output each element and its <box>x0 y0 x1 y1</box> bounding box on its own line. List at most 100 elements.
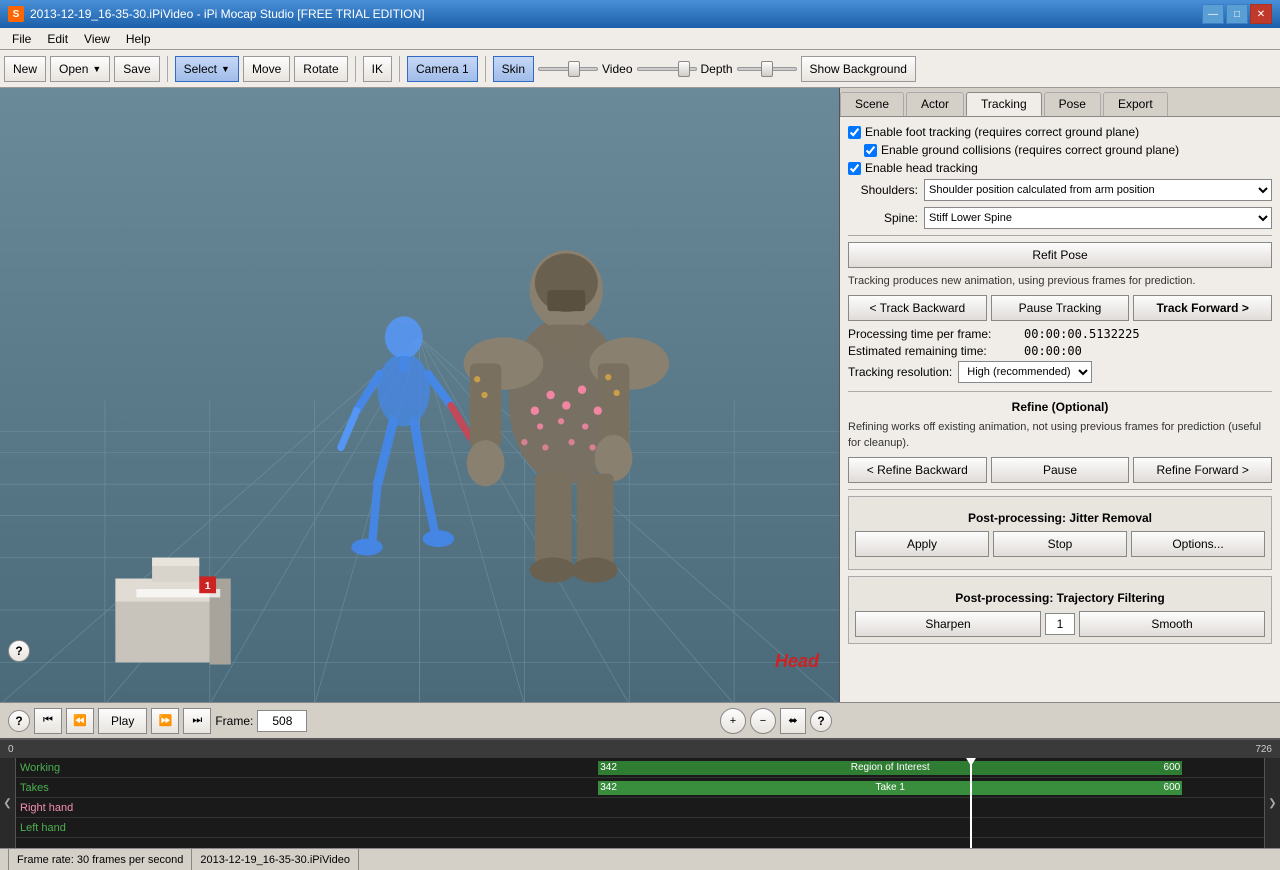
jitter-buttons-row: Apply Stop Options... <box>855 531 1265 557</box>
takes-label: Takes <box>16 782 96 794</box>
ground-collisions-label: Enable ground collisions (requires corre… <box>881 143 1179 157</box>
timeline-working-row: Working 342 Region of Interest 600 <box>16 758 1264 778</box>
apply-button[interactable]: Apply <box>855 531 989 557</box>
open-button[interactable]: Open ▼ <box>50 56 110 82</box>
stop-button[interactable]: Stop <box>993 531 1127 557</box>
help-button-right[interactable]: ? <box>810 710 832 732</box>
take1-start-value: 342 <box>600 782 617 793</box>
trajectory-value-input[interactable] <box>1045 613 1075 635</box>
fit-button[interactable]: ⬌ <box>780 708 806 734</box>
fps-label: frames per second <box>92 854 183 866</box>
ik-button[interactable]: IK <box>363 56 392 82</box>
save-button[interactable]: Save <box>114 56 159 82</box>
smooth-button[interactable]: Smooth <box>1079 611 1265 637</box>
remaining-time-row: Estimated remaining time: 00:00:00 <box>848 344 1272 358</box>
right-panel: Scene Actor Tracking Pose Export Enable … <box>840 88 1280 702</box>
divider-2 <box>848 391 1272 392</box>
refine-backward-button[interactable]: < Refine Backward <box>848 457 987 483</box>
refit-pose-button[interactable]: Refit Pose <box>848 242 1272 268</box>
menu-file[interactable]: File <box>4 30 39 48</box>
foot-tracking-row: Enable foot tracking (requires correct g… <box>848 125 1272 139</box>
zoom-in-button[interactable]: + <box>720 708 746 734</box>
maximize-button[interactable]: □ <box>1226 4 1248 24</box>
timeline-ruler: 0 726 <box>0 740 1280 758</box>
refine-forward-button[interactable]: Refine Forward > <box>1133 457 1272 483</box>
video-slider[interactable] <box>637 67 697 71</box>
head-tracking-label: Enable head tracking <box>865 161 978 175</box>
foot-tracking-checkbox[interactable] <box>848 126 861 139</box>
zoom-out-button[interactable]: − <box>750 708 776 734</box>
rotate-button[interactable]: Rotate <box>294 56 347 82</box>
close-button[interactable]: ✕ <box>1250 4 1272 24</box>
timeline-takes-row: Takes 342 Take 1 600 <box>16 778 1264 798</box>
rewind-button[interactable]: ⏪ <box>66 708 94 734</box>
timeline-end: 726 <box>1255 744 1272 755</box>
fast-forward-button[interactable]: ⏩ <box>151 708 179 734</box>
resolution-select[interactable]: High (recommended) <box>958 361 1092 383</box>
track-backward-button[interactable]: < Track Backward <box>848 295 987 321</box>
divider-1 <box>848 235 1272 236</box>
menu-edit[interactable]: Edit <box>39 30 76 48</box>
ground-collisions-checkbox[interactable] <box>864 144 877 157</box>
depth-slider[interactable] <box>737 67 797 71</box>
new-button[interactable]: New <box>4 56 46 82</box>
timeline-rows: Working 342 Region of Interest 600 Takes… <box>16 758 1264 838</box>
camera-button[interactable]: Camera 1 <box>407 56 478 82</box>
frame-input[interactable] <box>257 710 307 732</box>
refine-header: Refine (Optional) <box>848 400 1272 414</box>
video-label: Video <box>602 62 632 76</box>
help-button-left[interactable]: ? <box>8 710 30 732</box>
tab-pose[interactable]: Pose <box>1044 92 1101 116</box>
timeline-nav-right[interactable]: ❯ <box>1264 758 1280 848</box>
head-tracking-checkbox[interactable] <box>848 162 861 175</box>
menu-help[interactable]: Help <box>118 30 159 48</box>
select-dropdown-arrow: ▼ <box>221 64 230 74</box>
timeline-nav-left[interactable]: ❮ <box>0 758 16 848</box>
shoulders-select[interactable]: Shoulder position calculated from arm po… <box>924 179 1272 201</box>
remaining-time-label: Estimated remaining time: <box>848 344 1018 358</box>
select-button[interactable]: Select ▼ <box>175 56 239 82</box>
sharpen-button[interactable]: Sharpen <box>855 611 1041 637</box>
skin-slider[interactable] <box>538 67 598 71</box>
tab-scene[interactable]: Scene <box>840 92 904 116</box>
track-buttons-row: < Track Backward Pause Tracking Track Fo… <box>848 295 1272 321</box>
skin-button[interactable]: Skin <box>493 56 534 82</box>
show-background-button[interactable]: Show Background <box>801 56 916 82</box>
tracking-panel-content: Enable foot tracking (requires correct g… <box>840 117 1280 702</box>
take1-label: Take 1 <box>876 782 905 793</box>
track-forward-button[interactable]: Track Forward > <box>1133 295 1272 321</box>
working-start-value: 342 <box>600 762 617 773</box>
pause-button[interactable]: Pause <box>991 457 1130 483</box>
viewport-help-button[interactable]: ? <box>8 640 30 662</box>
app-icon: S <box>8 6 24 22</box>
timeline-left-hand-row: Left hand <box>16 818 1264 838</box>
tab-export[interactable]: Export <box>1103 92 1168 116</box>
frame-rate-value: 30 <box>77 854 89 866</box>
tab-actor[interactable]: Actor <box>906 92 964 116</box>
processing-time-value: 00:00:00.5132225 <box>1024 327 1140 341</box>
go-to-end-button[interactable]: ⏭ <box>183 708 211 734</box>
separator-1 <box>167 56 168 82</box>
go-to-start-button[interactable]: ⏮ <box>34 708 62 734</box>
working-bar[interactable]: 342 Region of Interest 600 <box>598 761 1182 775</box>
frame-rate-segment: Frame rate: 30 frames per second <box>8 849 192 870</box>
tab-tracking[interactable]: Tracking <box>966 92 1042 116</box>
remaining-time-value: 00:00:00 <box>1024 344 1082 358</box>
take1-end-value: 600 <box>1164 782 1181 793</box>
spine-row: Spine: Stiff Lower Spine <box>848 207 1272 229</box>
take1-bar[interactable]: 342 Take 1 600 <box>598 781 1182 795</box>
toolbar: New Open ▼ Save Select ▼ Move Rotate IK … <box>0 50 1280 88</box>
roi-label: Region of Interest <box>851 762 930 773</box>
minimize-button[interactable]: — <box>1202 4 1224 24</box>
menu-view[interactable]: View <box>76 30 118 48</box>
spine-select[interactable]: Stiff Lower Spine <box>924 207 1272 229</box>
move-button[interactable]: Move <box>243 56 290 82</box>
play-button[interactable]: Play <box>98 708 147 734</box>
options-button[interactable]: Options... <box>1131 531 1265 557</box>
processing-time-label: Processing time per frame: <box>848 327 1018 341</box>
tabs-bar: Scene Actor Tracking Pose Export <box>840 88 1280 117</box>
status-bar: Frame rate: 30 frames per second 2013-12… <box>0 848 1280 870</box>
working-track: 342 Region of Interest 600 <box>96 761 1264 775</box>
pause-tracking-button[interactable]: Pause Tracking <box>991 295 1130 321</box>
menu-bar: File Edit View Help <box>0 28 1280 50</box>
